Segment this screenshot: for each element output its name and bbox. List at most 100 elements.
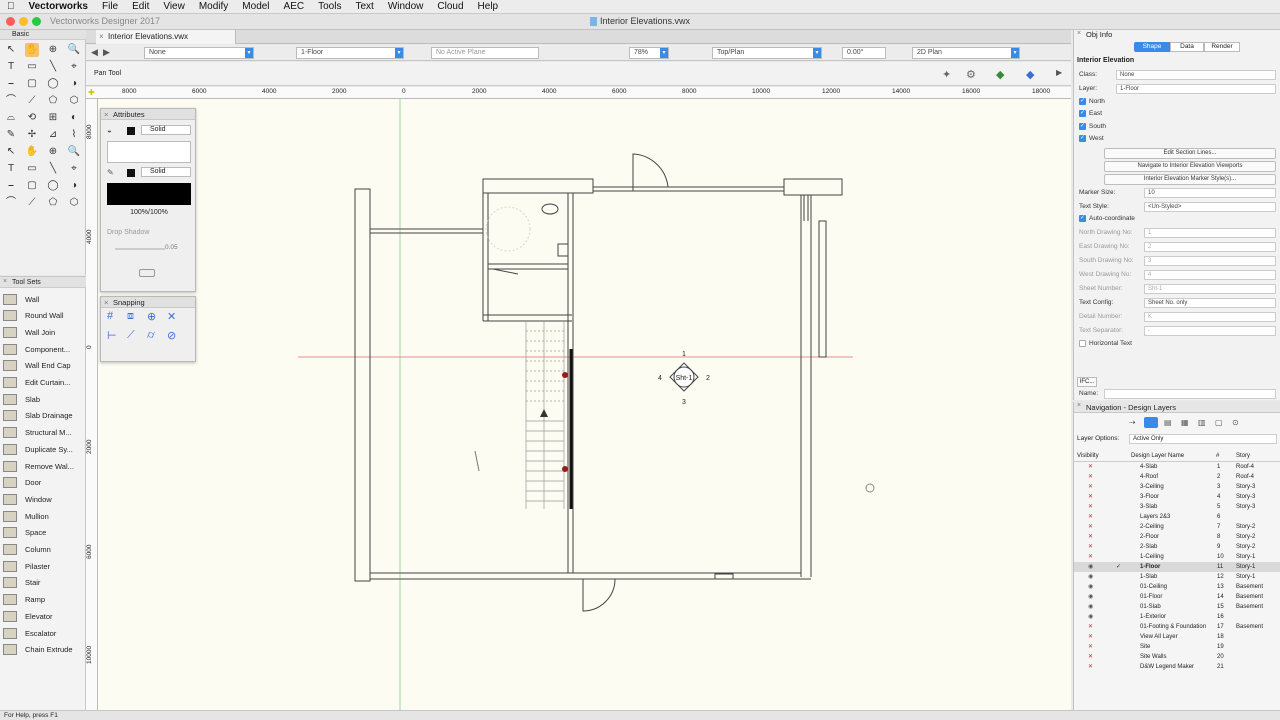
snap-icon[interactable]: ✦ bbox=[942, 68, 951, 81]
layer-row[interactable]: ◉ 1-Slab 12 Story-1 bbox=[1074, 572, 1280, 582]
view-icon[interactable]: ◆ bbox=[1026, 68, 1034, 81]
shape-icon[interactable]: ◐ bbox=[67, 111, 81, 125]
tool-remove-wal[interactable]: Remove Wal... bbox=[3, 458, 83, 474]
regular-polygon-icon[interactable]: ⬡ bbox=[67, 196, 81, 210]
invisible-x-icon[interactable]: ✕ bbox=[1088, 552, 1093, 562]
references-icon[interactable]: ⊙ bbox=[1232, 418, 1239, 427]
menu-text[interactable]: Text bbox=[348, 1, 380, 12]
snap-to-object-icon[interactable]: ⧈ bbox=[127, 310, 134, 323]
layer-row[interactable]: ✕ 4-Roof 2 Roof-4 bbox=[1074, 472, 1280, 482]
tool-component[interactable]: Component... bbox=[3, 341, 83, 357]
eye-visible-icon[interactable]: ◉ bbox=[1088, 562, 1093, 572]
circle-icon[interactable]: ◯ bbox=[46, 179, 60, 193]
layer-row[interactable]: ✕ 2-Ceiling 7 Story-2 bbox=[1074, 522, 1280, 532]
tool-structural-m[interactable]: Structural M... bbox=[3, 425, 83, 441]
menu-tools[interactable]: Tools bbox=[311, 1, 348, 12]
layer-row[interactable]: ✕ D&W Legend Maker 21 bbox=[1074, 662, 1280, 672]
polygon-icon[interactable]: ⬠ bbox=[46, 196, 60, 210]
class-select[interactable]: None bbox=[1116, 70, 1276, 80]
invisible-x-icon[interactable]: ✕ bbox=[1088, 482, 1093, 492]
tool-window[interactable]: Window bbox=[3, 491, 83, 507]
rotation-field[interactable]: 0.00° bbox=[842, 47, 886, 59]
tool-pilaster[interactable]: Pilaster bbox=[3, 558, 83, 574]
close-icon[interactable]: × bbox=[1077, 402, 1081, 409]
north-checkbox[interactable]: ✓ North bbox=[1079, 96, 1277, 108]
marker-size-field[interactable]: 10 bbox=[1144, 188, 1276, 198]
class-select[interactable]: None ▾ bbox=[144, 47, 254, 59]
opacity-value[interactable]: 100%/100% bbox=[107, 209, 191, 216]
col-number[interactable]: # bbox=[1216, 451, 1219, 462]
menu-model[interactable]: Model bbox=[235, 1, 276, 12]
chevron-right-icon[interactable]: ▶ bbox=[1056, 68, 1062, 77]
close-icon[interactable]: × bbox=[99, 30, 104, 44]
pan-icon[interactable]: ✋ bbox=[25, 43, 39, 57]
viewports-icon[interactable]: ▢ bbox=[1215, 418, 1223, 427]
rotate-icon[interactable]: ⟲ bbox=[25, 111, 39, 125]
close-icon[interactable]: × bbox=[104, 109, 108, 120]
close-icon[interactable]: × bbox=[3, 278, 7, 285]
selection-icon[interactable]: ↖ bbox=[4, 43, 18, 57]
invisible-x-icon[interactable]: ✕ bbox=[1088, 652, 1093, 662]
dimension-icon[interactable]: ⎯ bbox=[4, 179, 18, 193]
layer-select[interactable]: 1-Floor ▾ bbox=[296, 47, 404, 59]
layer-row[interactable]: ◉ 01-Floor 14 Basement bbox=[1074, 592, 1280, 602]
west-checkbox[interactable]: ✓ West bbox=[1079, 133, 1277, 145]
double-line-icon[interactable]: ⌓ bbox=[4, 111, 18, 125]
menu-app-name[interactable]: Vectorworks bbox=[22, 1, 95, 12]
tool-edit-curtain[interactable]: Edit Curtain... bbox=[3, 375, 83, 391]
east-drawing-field[interactable]: 2 bbox=[1144, 242, 1276, 252]
origin-icon[interactable]: ✚ bbox=[88, 88, 95, 97]
layers-icon[interactable]: ◆ bbox=[996, 68, 1004, 81]
tab-render[interactable]: Render bbox=[1204, 42, 1240, 52]
shadow-value[interactable]: 0.05 bbox=[165, 244, 178, 251]
layer-row[interactable]: ✕ 2-Slab 9 Story-2 bbox=[1074, 542, 1280, 552]
dimension-icon[interactable]: ⎯ bbox=[4, 77, 18, 91]
invisible-x-icon[interactable]: ✕ bbox=[1088, 642, 1093, 652]
forward-arrow-icon[interactable]: ▶ bbox=[103, 47, 110, 58]
flyover-icon[interactable]: ⊕ bbox=[46, 145, 60, 159]
tool-mullion[interactable]: Mullion bbox=[3, 508, 83, 524]
horizontal-text-checkbox[interactable]: Horizontal Text bbox=[1079, 338, 1277, 350]
tool-door[interactable]: Door bbox=[3, 475, 83, 491]
flyover-icon[interactable]: ⊕ bbox=[46, 43, 60, 57]
render-mode-select[interactable]: 2D Plan ▾ bbox=[912, 47, 1020, 59]
sheet-layers-icon[interactable]: ▤ bbox=[1164, 418, 1172, 427]
menu-cloud[interactable]: Cloud bbox=[430, 1, 470, 12]
tool-wall-join[interactable]: Wall Join bbox=[3, 324, 83, 340]
invisible-x-icon[interactable]: ✕ bbox=[1088, 632, 1093, 642]
auto-coordinate-checkbox[interactable]: ✓ Auto-coordinate bbox=[1079, 213, 1277, 225]
pen-color-swatch[interactable] bbox=[127, 169, 135, 177]
close-icon[interactable]: × bbox=[104, 297, 108, 308]
sheet-number-field[interactable]: Sht-1 bbox=[1144, 284, 1276, 294]
snap-to-angle-icon[interactable]: ⊕ bbox=[147, 310, 156, 323]
eye-visible-icon[interactable]: ◉ bbox=[1088, 612, 1093, 622]
zoom-field[interactable]: 78% ▾ bbox=[629, 47, 669, 59]
menu-view[interactable]: View bbox=[156, 1, 192, 12]
rectangle-icon[interactable]: ▢ bbox=[25, 179, 39, 193]
invisible-x-icon[interactable]: ✕ bbox=[1088, 622, 1093, 632]
detail-number-field[interactable]: K bbox=[1144, 312, 1276, 322]
freehand-icon[interactable]: ✎ bbox=[4, 128, 18, 142]
marker-styles-button[interactable]: Interior Elevation Marker Style(s)... bbox=[1104, 174, 1276, 185]
line-end-icon[interactable] bbox=[139, 269, 155, 277]
layer-row[interactable]: ◉ 1-Exterior 16 bbox=[1074, 612, 1280, 622]
spiral-icon[interactable]: ⌇ bbox=[67, 128, 81, 142]
apple-icon[interactable]:  bbox=[0, 1, 22, 12]
eye-visible-icon[interactable]: ◉ bbox=[1088, 572, 1093, 582]
oval-icon[interactable]: ◑ bbox=[67, 179, 81, 193]
tool-duplicate-sy[interactable]: Duplicate Sy... bbox=[3, 441, 83, 457]
tool-ramp[interactable]: Ramp bbox=[3, 592, 83, 608]
menu-modify[interactable]: Modify bbox=[192, 1, 235, 12]
text-icon[interactable]: T bbox=[4, 60, 18, 74]
eye-visible-icon[interactable]: ◉ bbox=[1088, 602, 1093, 612]
pen-style-select[interactable]: Solid bbox=[141, 167, 191, 177]
design-layers-icon[interactable] bbox=[1144, 417, 1158, 428]
menu-aec[interactable]: AEC bbox=[277, 1, 312, 12]
close-icon[interactable]: × bbox=[1077, 30, 1081, 37]
invisible-x-icon[interactable]: ✕ bbox=[1088, 662, 1093, 672]
line-icon[interactable]: ╲ bbox=[46, 162, 60, 176]
arc-icon[interactable]: ⌒ bbox=[4, 196, 18, 210]
layer-row[interactable]: ✕ View All Layer 18 bbox=[1074, 632, 1280, 642]
locus-icon[interactable]: ⌖ bbox=[67, 60, 81, 74]
oval-icon[interactable]: ◑ bbox=[67, 77, 81, 91]
